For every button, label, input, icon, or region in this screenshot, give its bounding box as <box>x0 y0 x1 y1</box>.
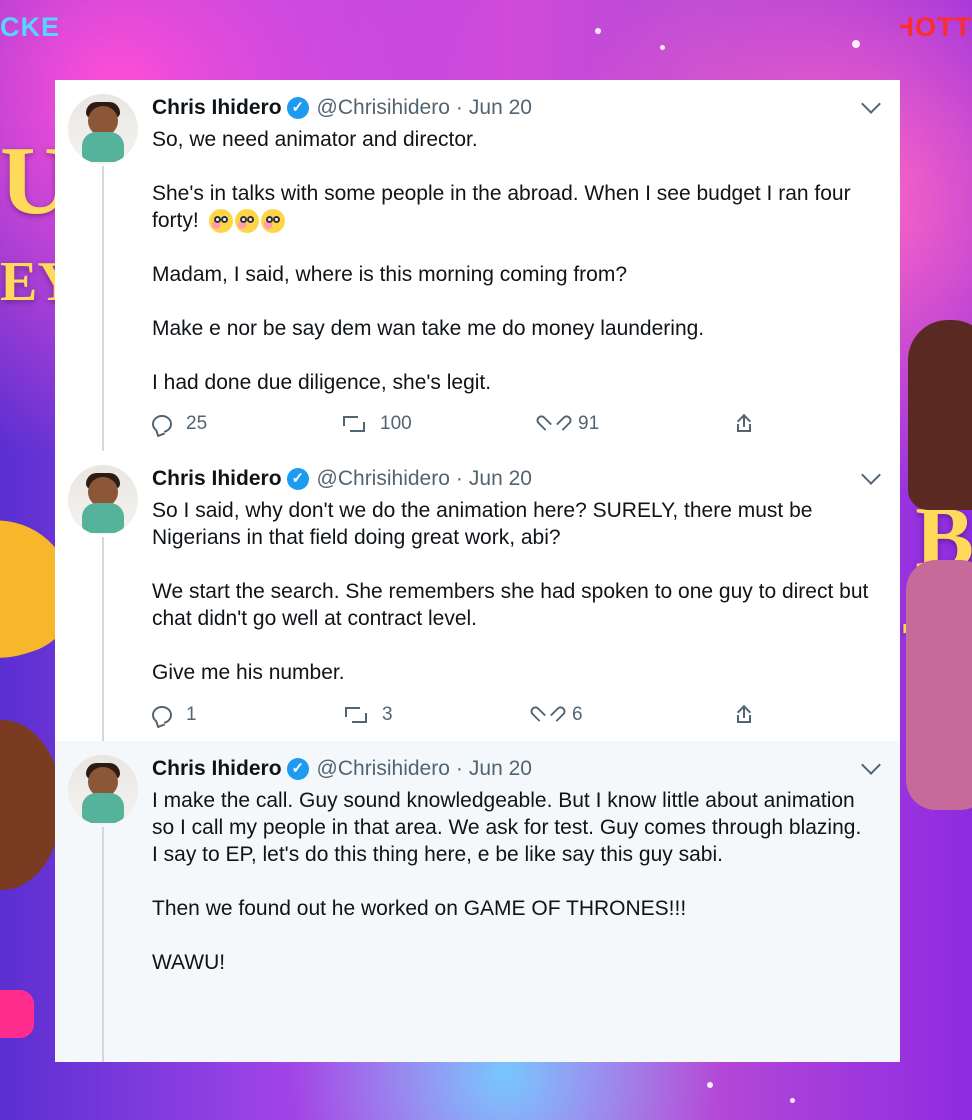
tweet-paragraph: Madam, I said, where is this morning com… <box>152 263 628 286</box>
tweet-actions: 25 100 91 <box>152 410 760 438</box>
left-character-scarf <box>0 500 58 680</box>
reply-count: 25 <box>186 413 208 434</box>
sparkle-dot <box>790 1098 795 1103</box>
right-character-dress <box>906 560 972 810</box>
left-subtitle-letters: EY <box>0 251 58 313</box>
tweet-header: Chris Ihidero @Chrisihidero · Jun 20 <box>152 96 878 120</box>
tweet-header: Chris Ihidero @Chrisihidero · Jun 20 <box>152 467 878 491</box>
reply-count: 1 <box>186 704 197 725</box>
left-title-letter: U <box>0 127 58 235</box>
like-count: 6 <box>572 704 583 725</box>
user-handle[interactable]: @Chrisihidero <box>317 467 450 491</box>
retweet-count: 3 <box>382 704 393 725</box>
tweet-card[interactable]: Chris Ihidero @Chrisihidero · Jun 20 So … <box>55 451 900 741</box>
header-separator: · <box>455 467 463 490</box>
share-button[interactable] <box>734 701 754 729</box>
tweet-actions: 1 3 6 <box>152 701 760 729</box>
sparkle-dot <box>595 28 601 34</box>
tweet-paragraph: Give me his number. <box>152 661 345 684</box>
sparkle-dot <box>707 1082 713 1088</box>
left-logo-text: CKET <box>0 12 58 42</box>
verified-badge-icon <box>286 468 309 490</box>
reply-icon <box>152 415 172 433</box>
tweet-card[interactable]: Chris Ihidero @Chrisihidero · Jun 20 So,… <box>55 80 900 451</box>
retweet-count: 100 <box>380 413 412 434</box>
tweet-date[interactable]: Jun 20 <box>469 467 532 491</box>
left-character-face <box>0 720 58 890</box>
share-button[interactable] <box>734 410 754 438</box>
like-icon <box>544 415 564 433</box>
avatar[interactable] <box>68 465 138 535</box>
flushed-face-emoji-icon <box>234 209 259 234</box>
tweet-date[interactable]: Jun 20 <box>469 757 532 781</box>
tweet-paragraph: So I said, why don't we do the animation… <box>152 499 813 549</box>
right-logo-text: HOTT <box>900 12 972 42</box>
left-character-shoe <box>0 990 34 1038</box>
avatar-body <box>82 793 124 823</box>
tweet-paragraph: We start the search. She remembers she h… <box>152 580 869 630</box>
left-background-art: CKET U EY <box>0 0 58 1120</box>
reply-button[interactable]: 1 <box>152 701 197 729</box>
tweet-paragraph: WAWU! <box>152 951 226 974</box>
retweet-icon <box>344 706 368 724</box>
tweet-thread-card: Chris Ihidero @Chrisihidero · Jun 20 So,… <box>55 80 900 1062</box>
avatar[interactable] <box>68 94 138 164</box>
tweet-body: So I said, why don't we do the animation… <box>152 497 872 686</box>
like-button[interactable]: 91 <box>544 410 599 438</box>
tweet-date[interactable]: Jun 20 <box>469 96 532 120</box>
tweet-paragraph: So, we need animator and director. <box>152 128 478 151</box>
tweet-paragraph: She's in talks with some people in the a… <box>152 180 872 234</box>
avatar-body <box>82 132 124 162</box>
tweet-paragraph: I had done due diligence, she's legit. <box>152 371 492 394</box>
thread-connector <box>102 827 104 1062</box>
avatar[interactable] <box>68 755 138 825</box>
avatar-body <box>82 503 124 533</box>
tweet-paragraph: Make e nor be say dem wan take me do mon… <box>152 317 705 340</box>
retweet-button[interactable]: 100 <box>342 410 412 438</box>
thread-connector <box>102 537 104 741</box>
like-count: 91 <box>578 413 600 434</box>
verified-badge-icon <box>286 758 309 780</box>
display-name[interactable]: Chris Ihidero <box>152 96 282 120</box>
retweet-icon <box>342 415 366 433</box>
header-separator: · <box>455 96 463 119</box>
tweet-paragraph: I make the call. Guy sound knowledgeable… <box>152 789 862 866</box>
user-handle[interactable]: @Chrisihidero <box>317 96 450 120</box>
tweet-body: So, we need animator and director. She's… <box>152 126 872 396</box>
share-icon <box>734 704 754 725</box>
header-separator: · <box>455 757 463 780</box>
display-name[interactable]: Chris Ihidero <box>152 467 282 491</box>
sparkle-dot <box>852 40 860 48</box>
reply-icon <box>152 706 172 724</box>
user-handle[interactable]: @Chrisihidero <box>317 757 450 781</box>
like-button[interactable]: 6 <box>538 701 583 729</box>
reply-button[interactable]: 25 <box>152 410 207 438</box>
tweet-header: Chris Ihidero @Chrisihidero · Jun 20 <box>152 757 878 781</box>
right-background-art: HOTT B TL <box>900 0 972 1120</box>
like-icon <box>538 706 558 724</box>
right-character-head <box>908 320 972 510</box>
tweet-body: I make the call. Guy sound knowledgeable… <box>152 787 872 976</box>
flushed-face-emoji-icon <box>260 209 285 234</box>
tweet-card[interactable]: Chris Ihidero @Chrisihidero · Jun 20 I m… <box>55 741 900 1062</box>
share-icon <box>734 413 754 434</box>
flushed-face-emoji-icon <box>208 209 233 234</box>
display-name[interactable]: Chris Ihidero <box>152 757 282 781</box>
sparkle-dot <box>660 45 665 50</box>
thread-connector <box>102 166 104 451</box>
emoji-group <box>208 209 285 234</box>
verified-badge-icon <box>286 97 309 119</box>
retweet-button[interactable]: 3 <box>344 701 393 729</box>
tweet-paragraph: Then we found out he worked on GAME OF T… <box>152 897 687 920</box>
